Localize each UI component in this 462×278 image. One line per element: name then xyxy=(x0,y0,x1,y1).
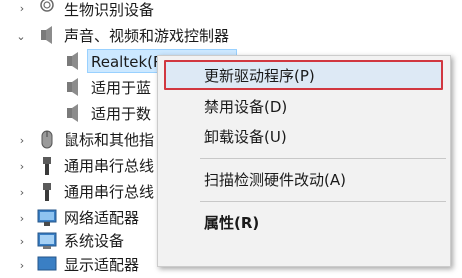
tree-item-biometric[interactable]: 生物识别设备 xyxy=(64,0,154,23)
menu-item-label: 卸载设备(U) xyxy=(204,127,287,146)
display-adapter-icon xyxy=(37,256,57,271)
tree-item-sound-video-game[interactable]: 声音、视频和游戏控制器 xyxy=(64,23,229,49)
usb-connector-icon xyxy=(43,157,51,175)
system-device-icon xyxy=(37,232,57,249)
tree-item-label: 通用串行总线 xyxy=(64,183,155,201)
speaker-icon xyxy=(67,78,78,96)
tree-item-display-adapters[interactable]: 显示适配器 xyxy=(64,252,139,278)
fingerprint-device-icon xyxy=(40,0,54,12)
menu-item-scan-hardware-changes[interactable]: 扫描检测硬件改动(A) xyxy=(158,165,450,193)
tree-item-bluetooth-audio[interactable]: 适用于蓝 xyxy=(91,75,151,101)
tree-item-label: 鼠标和其他指 xyxy=(64,131,155,149)
context-menu: 更新驱动程序(P) 禁用设备(D) 卸载设备(U) 扫描检测硬件改动(A) 属性… xyxy=(157,55,451,267)
tree-item-label: 适用于蓝 xyxy=(91,79,152,97)
tree-item-mice[interactable]: 鼠标和其他指 xyxy=(64,127,154,153)
expand-arrow-icon[interactable]: › xyxy=(16,127,28,153)
tree-item-label: 声音、视频和游戏控制器 xyxy=(64,27,230,45)
menu-separator xyxy=(200,201,446,202)
tree-item-label: 适用于数 xyxy=(91,105,152,123)
speaker-icon xyxy=(67,104,78,122)
collapse-arrow-icon[interactable]: ⌄ xyxy=(15,23,27,49)
tree-item-label: 显示适配器 xyxy=(64,256,140,274)
usb-connector-icon xyxy=(43,183,51,201)
tree-item-digital-audio[interactable]: 适用于数 xyxy=(91,101,151,127)
expand-arrow-icon[interactable]: › xyxy=(16,0,28,21)
tree-item-label: 系统设备 xyxy=(64,232,125,250)
tree-item-usb-controllers-1[interactable]: 通用串行总线 xyxy=(64,153,154,179)
menu-item-label: 更新驱动程序(P) xyxy=(204,66,315,85)
mouse-icon xyxy=(41,130,53,149)
speaker-icon xyxy=(67,52,78,70)
menu-item-uninstall-device[interactable]: 卸载设备(U) xyxy=(158,122,450,150)
expand-arrow-icon[interactable]: › xyxy=(16,252,28,278)
tree-item-usb-controllers-2[interactable]: 通用串行总线 xyxy=(64,179,154,205)
network-adapter-icon xyxy=(37,209,57,226)
expand-arrow-icon[interactable]: › xyxy=(16,179,28,205)
tree-item-system-devices[interactable]: 系统设备 xyxy=(64,228,124,254)
menu-item-properties[interactable]: 属性(R) xyxy=(158,208,450,236)
tree-item-label: 通用串行总线 xyxy=(64,157,155,175)
expand-arrow-icon[interactable]: › xyxy=(16,153,28,179)
menu-item-label: 属性(R) xyxy=(204,213,260,232)
tree-item-label: 生物识别设备 xyxy=(64,1,155,19)
menu-item-disable-device[interactable]: 禁用设备(D) xyxy=(158,92,450,120)
menu-item-label: 扫描检测硬件改动(A) xyxy=(204,170,346,189)
speaker-icon xyxy=(41,26,52,44)
expand-arrow-icon[interactable]: › xyxy=(16,228,28,254)
menu-separator xyxy=(200,158,446,159)
menu-item-label: 禁用设备(D) xyxy=(204,97,288,116)
menu-item-update-driver[interactable]: 更新驱动程序(P) xyxy=(164,60,443,90)
